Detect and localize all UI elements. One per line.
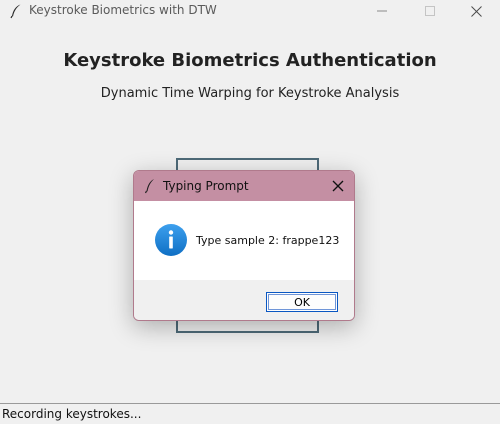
close-icon	[332, 180, 344, 192]
close-button[interactable]	[456, 0, 496, 22]
typing-prompt-dialog: Typing Prompt Type sample 2: frappe123 O…	[133, 170, 355, 321]
dialog-title: Typing Prompt	[163, 179, 249, 193]
minimize-button[interactable]	[362, 0, 402, 22]
minimize-icon	[377, 10, 387, 12]
status-text: Recording keystrokes...	[2, 407, 142, 421]
page-subtitle: Dynamic Time Warping for Keystroke Analy…	[100, 86, 400, 101]
info-icon	[155, 224, 187, 256]
window-title: Keystroke Biometrics with DTW	[29, 3, 217, 17]
window-titlebar: Keystroke Biometrics with DTW	[0, 0, 500, 22]
status-bar: Recording keystrokes...	[0, 403, 500, 424]
close-icon	[470, 5, 482, 17]
ok-button[interactable]: OK	[266, 292, 338, 312]
feather-icon	[144, 179, 154, 194]
maximize-button[interactable]	[410, 0, 450, 22]
page-title: Keystroke Biometrics Authentication	[63, 50, 437, 71]
feather-icon	[10, 4, 21, 19]
dialog-message: Type sample 2: frappe123	[196, 234, 340, 247]
dialog-close-button[interactable]	[329, 177, 347, 195]
dialog-titlebar: Typing Prompt	[134, 171, 354, 201]
dialog-body: Type sample 2: frappe123	[134, 201, 354, 280]
maximize-icon	[425, 6, 435, 16]
dialog-footer: OK	[134, 280, 354, 320]
